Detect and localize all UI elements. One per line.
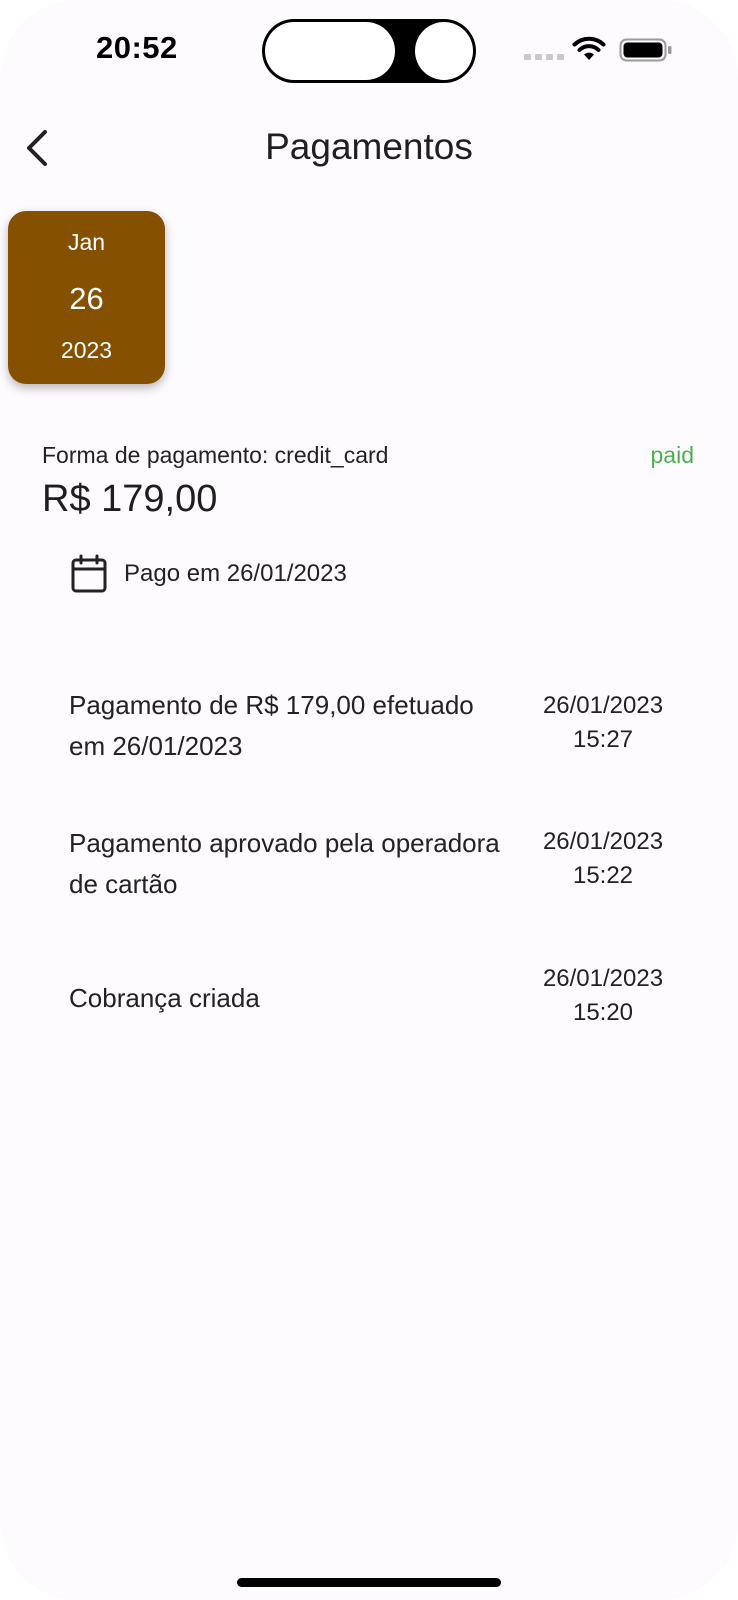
event-date: 26/01/2023: [542, 828, 664, 855]
date-card-day: 26: [69, 281, 104, 316]
island-pill: [265, 22, 395, 80]
event-time: 15:22: [572, 862, 634, 889]
page-title: Pagamentos: [265, 126, 473, 167]
paid-date-text: Pago em 26/01/2023: [124, 560, 347, 587]
event-description: Pagamento aprovado pela operadora de car…: [69, 828, 500, 899]
event-timestamp: 26/01/2023 15:20: [533, 962, 673, 1030]
payment-status: paid: [650, 442, 694, 468]
paid-date-row: Pago em 26/01/2023: [70, 554, 347, 594]
event-time: 15:27: [572, 726, 634, 753]
event-timestamp: 26/01/2023 15:27: [533, 689, 673, 757]
date-card-month: Jan: [67, 229, 106, 255]
home-indicator[interactable]: [237, 1578, 501, 1587]
event-description: Pagamento de R$ 179,00 efetuado em 26/01…: [69, 690, 474, 761]
wifi-icon: [572, 36, 606, 60]
island-dot: [415, 22, 473, 80]
event-time: 15:20: [572, 999, 634, 1026]
payment-amount: R$ 179,00: [42, 478, 218, 520]
phone-screen: 20:52 Pagamentos Jan 26 2023 Forma de pa…: [0, 0, 738, 1600]
event-date: 26/01/2023: [542, 965, 664, 992]
date-card-year: 2023: [60, 337, 113, 363]
event-timestamp: 26/01/2023 15:22: [533, 825, 673, 893]
payment-method: Forma de pagamento: credit_card: [42, 442, 389, 468]
cellular-signal-icon: [524, 54, 564, 60]
dynamic-island: [262, 19, 476, 83]
battery-icon: [619, 38, 672, 62]
calendar-icon: [71, 554, 107, 593]
status-time: 20:52: [96, 30, 178, 65]
event-date: 26/01/2023: [542, 692, 664, 719]
date-card[interactable]: Jan 26 2023: [8, 211, 165, 384]
event-description: Cobrança criada: [69, 983, 260, 1013]
